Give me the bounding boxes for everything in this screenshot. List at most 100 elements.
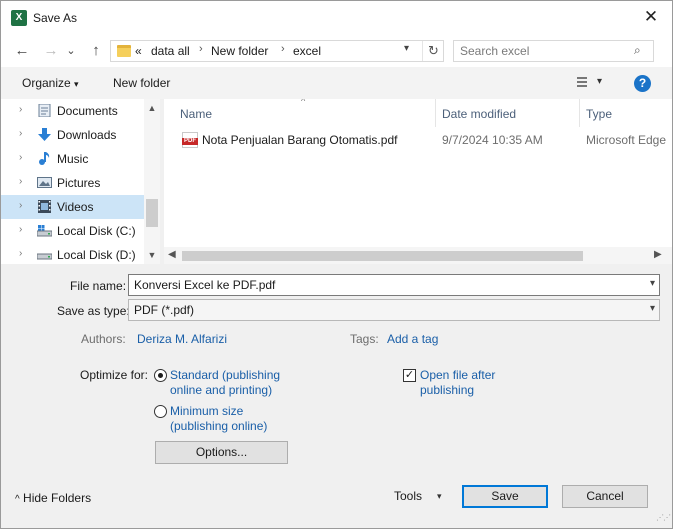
sidebar-item-label: Music bbox=[57, 152, 89, 166]
column-header-date-modified[interactable]: Date modified bbox=[442, 107, 516, 121]
option-text: (publishing online) bbox=[170, 419, 268, 433]
chevron-down-icon: ▾ bbox=[74, 79, 79, 89]
chevron-right-icon[interactable]: › bbox=[19, 128, 22, 139]
chevron-right-icon[interactable]: › bbox=[19, 200, 22, 211]
sidebar-item-label: Downloads bbox=[57, 128, 117, 142]
navigation-pane: › Documents › Downloads › Music › Pictur… bbox=[1, 99, 160, 264]
tags-label: Tags: bbox=[350, 332, 379, 346]
column-divider[interactable] bbox=[579, 99, 580, 127]
option-text: Minimum size bbox=[170, 404, 244, 418]
column-header-type[interactable]: Type bbox=[586, 107, 612, 121]
organize-label: Organize bbox=[22, 76, 71, 90]
hide-folders-button[interactable]: ^ Hide Folders bbox=[15, 491, 91, 505]
new-folder-button[interactable]: New folder bbox=[113, 76, 170, 90]
organize-button[interactable]: Organize ▾ bbox=[22, 76, 79, 90]
drive-icon bbox=[37, 253, 52, 260]
option-text: publishing bbox=[420, 383, 475, 397]
search-input[interactable] bbox=[460, 43, 630, 59]
sort-ascending-icon: ^ bbox=[301, 99, 306, 106]
search-box: ⌕ bbox=[453, 40, 654, 62]
scroll-left-icon[interactable]: ◀ bbox=[168, 249, 176, 260]
save-as-dialog: X Save As ✕ ← → ⌄ ↑ « data all › New fol… bbox=[0, 0, 673, 529]
column-divider[interactable] bbox=[435, 99, 436, 127]
column-header-name[interactable]: Name bbox=[180, 107, 212, 121]
sidebar-item-music[interactable]: › Music bbox=[1, 147, 144, 171]
chevron-down-icon[interactable]: ▾ bbox=[597, 76, 602, 87]
breadcrumb-item-data-all[interactable]: data all bbox=[151, 44, 190, 58]
scroll-up-icon[interactable]: ▲ bbox=[144, 103, 160, 113]
refresh-icon[interactable]: ↻ bbox=[422, 41, 444, 61]
address-bar[interactable]: « data all › New folder › excel ▾ ↻ bbox=[110, 40, 444, 62]
chevron-right-icon[interactable]: › bbox=[19, 152, 22, 163]
resize-grip-icon[interactable]: ⋰⋰ bbox=[656, 513, 671, 522]
open-after-publishing-label[interactable]: Open file after publishing bbox=[420, 368, 495, 398]
sidebar-item-label: Pictures bbox=[57, 176, 101, 190]
scroll-right-icon[interactable]: ▶ bbox=[654, 249, 662, 260]
option-text: Standard (publishing bbox=[170, 368, 281, 382]
open-after-publishing-checkbox[interactable]: ✓ bbox=[403, 369, 416, 382]
cancel-button[interactable]: Cancel bbox=[562, 485, 648, 508]
file-list-scrollbar[interactable]: ◀ ▶ bbox=[164, 247, 672, 264]
help-icon[interactable]: ? bbox=[634, 75, 651, 92]
chevron-right-icon[interactable]: › bbox=[19, 248, 22, 259]
view-options-icon[interactable] bbox=[571, 75, 589, 89]
forward-arrow-icon[interactable]: → bbox=[41, 41, 61, 61]
scroll-thumb[interactable] bbox=[182, 251, 583, 261]
optimize-standard-radio[interactable] bbox=[154, 369, 167, 382]
breadcrumb-chevron-icon[interactable]: › bbox=[199, 43, 203, 55]
chevron-right-icon[interactable]: › bbox=[19, 104, 22, 115]
file-name-field[interactable]: Konversi Excel ke PDF.pdf ▾ bbox=[128, 274, 660, 296]
chevron-up-icon: ^ bbox=[15, 494, 20, 505]
sidebar-item-local-disk-c[interactable]: › Local Disk (C:) bbox=[1, 219, 144, 243]
optimize-minimum-radio[interactable] bbox=[154, 405, 167, 418]
navigation-scrollbar[interactable]: ▲ ▼ bbox=[144, 99, 160, 264]
up-arrow-icon[interactable]: ↑ bbox=[86, 41, 106, 61]
recent-locations-icon[interactable]: ⌄ bbox=[61, 41, 81, 61]
sidebar-item-local-disk-d[interactable]: › Local Disk (D:) bbox=[1, 243, 144, 264]
breadcrumb-item-excel[interactable]: excel bbox=[293, 44, 321, 58]
save-as-type-value: PDF (*.pdf) bbox=[134, 303, 195, 317]
file-type: Microsoft Edge bbox=[586, 133, 667, 147]
save-as-type-label: Save as type: bbox=[57, 304, 130, 318]
back-arrow-icon[interactable]: ← bbox=[12, 41, 32, 61]
save-button[interactable]: Save bbox=[462, 485, 548, 508]
title-bar: X Save As ✕ bbox=[1, 1, 672, 35]
sidebar-item-documents[interactable]: › Documents bbox=[1, 99, 144, 123]
search-icon[interactable]: ⌕ bbox=[634, 43, 641, 58]
sidebar-item-videos[interactable]: › Videos bbox=[1, 195, 144, 219]
close-icon[interactable]: ✕ bbox=[641, 7, 661, 27]
option-text: online and printing) bbox=[170, 383, 273, 397]
breadcrumb-overflow[interactable]: « bbox=[135, 44, 142, 58]
file-name: Nota Penjualan Barang Otomatis.pdf bbox=[202, 133, 398, 147]
optimize-minimum-label[interactable]: Minimum size (publishing online) bbox=[170, 404, 267, 434]
scroll-down-icon[interactable]: ▼ bbox=[144, 250, 160, 260]
documents-icon bbox=[38, 104, 51, 117]
chevron-down-icon[interactable]: ▾ bbox=[404, 43, 416, 54]
authors-value[interactable]: Deriza M. Alfarizi bbox=[137, 332, 227, 346]
pdf-file-icon: PDF bbox=[182, 132, 198, 148]
breadcrumb-item-new-folder[interactable]: New folder bbox=[211, 44, 268, 58]
sidebar-item-label: Local Disk (C:) bbox=[57, 224, 136, 238]
music-icon bbox=[39, 152, 50, 165]
chevron-right-icon[interactable]: › bbox=[19, 176, 22, 187]
chevron-right-icon[interactable]: › bbox=[19, 224, 22, 235]
file-name-value[interactable]: Konversi Excel ke PDF.pdf bbox=[134, 278, 275, 292]
hide-folders-label: Hide Folders bbox=[23, 491, 92, 505]
tools-button[interactable]: Tools bbox=[394, 489, 422, 503]
chevron-down-icon[interactable]: ▾ bbox=[437, 491, 442, 502]
options-button[interactable]: Options... bbox=[155, 441, 288, 464]
save-as-type-select[interactable]: PDF (*.pdf) ▾ bbox=[128, 299, 660, 321]
sidebar-item-downloads[interactable]: › Downloads bbox=[1, 123, 144, 147]
breadcrumb-chevron-icon[interactable]: › bbox=[281, 43, 285, 55]
file-row[interactable]: PDF Nota Penjualan Barang Otomatis.pdf 9… bbox=[174, 129, 672, 151]
drive-icon bbox=[37, 225, 52, 237]
add-tag-link[interactable]: Add a tag bbox=[387, 332, 438, 346]
optimize-for-label: Optimize for: bbox=[80, 368, 149, 382]
chevron-down-icon[interactable]: ▾ bbox=[650, 303, 655, 314]
excel-icon: X bbox=[11, 10, 27, 26]
sidebar-item-pictures[interactable]: › Pictures bbox=[1, 171, 144, 195]
optimize-standard-label[interactable]: Standard (publishing online and printing… bbox=[170, 368, 280, 398]
scroll-thumb[interactable] bbox=[146, 199, 158, 227]
dialog-title: Save As bbox=[33, 11, 78, 25]
chevron-down-icon[interactable]: ▾ bbox=[650, 278, 655, 289]
